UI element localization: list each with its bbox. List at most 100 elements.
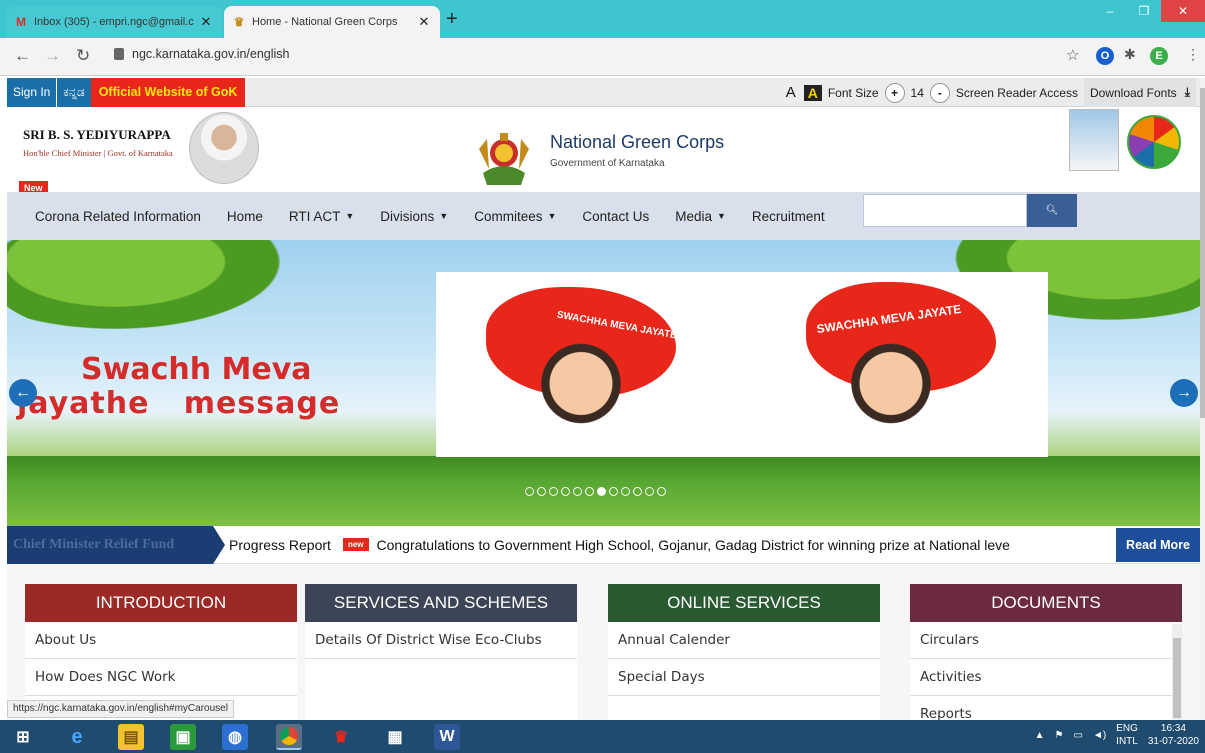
sign-in-link[interactable]: Sign In bbox=[7, 77, 57, 107]
site-header: SRI B. S. YEDIYURAPPA Hon'ble Chief Mini… bbox=[7, 107, 1200, 195]
nav-divisions[interactable]: Divisions ▼ bbox=[367, 209, 461, 224]
official-website-link[interactable]: Official Website of GoK bbox=[90, 77, 246, 107]
carousel-indicators bbox=[525, 487, 666, 496]
link-circulars[interactable]: Circulars bbox=[910, 622, 1182, 659]
link-how-ngc-works[interactable]: How Does NGC Work bbox=[25, 659, 297, 696]
page-scrollbar[interactable] bbox=[1200, 78, 1205, 720]
caret-down-icon: ▼ bbox=[345, 211, 355, 221]
nav-home[interactable]: Home bbox=[214, 209, 276, 224]
tray-up-arrow-icon[interactable]: ▲ bbox=[1035, 730, 1045, 741]
carousel-dot[interactable] bbox=[525, 487, 534, 496]
carousel-dot-active[interactable] bbox=[597, 487, 606, 496]
network-icon[interactable]: ▭ bbox=[1073, 730, 1082, 741]
close-tab-icon[interactable]: ✕ bbox=[416, 14, 432, 30]
clock[interactable]: 16:34 31-07-2020 bbox=[1148, 722, 1199, 748]
carousel-dot[interactable] bbox=[633, 487, 642, 496]
link-about-us[interactable]: About Us bbox=[25, 622, 297, 659]
nav-media[interactable]: Media ▼ bbox=[662, 209, 739, 224]
chrome-icon[interactable] bbox=[276, 724, 302, 750]
cm-name: SRI B. S. YEDIYURAPPA bbox=[23, 127, 171, 142]
ticker-item-progress-report[interactable]: Progress Report bbox=[229, 537, 331, 553]
carousel-dot[interactable] bbox=[609, 487, 618, 496]
carousel-dot[interactable] bbox=[537, 487, 546, 496]
nav-commitees[interactable]: Commitees ▼ bbox=[461, 209, 569, 224]
flag-icon[interactable]: ⚑ bbox=[1055, 730, 1064, 741]
profile-avatar[interactable]: E bbox=[1150, 47, 1168, 65]
nav-recruitment[interactable]: Recruitment bbox=[739, 209, 838, 224]
nav-label: Media bbox=[675, 208, 712, 224]
app-icon[interactable]: ◍ bbox=[222, 724, 248, 750]
link-annual-calender[interactable]: Annual Calender bbox=[608, 622, 880, 659]
carousel-dot[interactable] bbox=[561, 487, 570, 496]
word-icon[interactable]: W bbox=[434, 724, 460, 750]
menu-kebab-icon[interactable]: ⋮ bbox=[1186, 46, 1200, 63]
document-app-icon[interactable]: ▦ bbox=[382, 724, 408, 750]
url-field[interactable]: ngc.karnataka.gov.in/english bbox=[114, 47, 290, 61]
nav-rti-act[interactable]: RTI ACT ▼ bbox=[276, 209, 367, 224]
forward-icon[interactable]: → bbox=[44, 46, 61, 66]
scrollbar-thumb[interactable] bbox=[1173, 638, 1181, 718]
nav-contact-us[interactable]: Contact Us bbox=[569, 209, 662, 224]
nav-corona-info[interactable]: Corona Related Information bbox=[7, 209, 214, 224]
kannada-link[interactable]: ಕನ್ನಡ bbox=[56, 77, 91, 107]
new-tab-button[interactable]: + bbox=[446, 8, 458, 31]
font-decrease-button[interactable]: - bbox=[929, 82, 950, 103]
lang-primary: ENG bbox=[1116, 723, 1138, 734]
carousel-dot[interactable] bbox=[621, 487, 630, 496]
carousel-next-button[interactable]: → bbox=[1170, 379, 1198, 407]
nav-label: RTI ACT bbox=[288, 208, 341, 224]
screen-reader-link[interactable]: Screen Reader Access bbox=[956, 86, 1078, 100]
slide-image-panel: SWACHHA MEVA JAYATE SWACHHA MEVA JAYATE bbox=[436, 272, 1048, 457]
back-icon[interactable]: ← bbox=[14, 46, 31, 66]
emblem-app-icon[interactable]: ♛ bbox=[328, 724, 354, 750]
carousel-dot[interactable] bbox=[657, 487, 666, 496]
carousel-dot[interactable] bbox=[645, 487, 654, 496]
nav-label: Recruitment bbox=[751, 208, 825, 224]
extension-opera-icon[interactable]: O bbox=[1096, 47, 1114, 65]
windows-start-icon[interactable]: ⊞ bbox=[10, 724, 36, 750]
font-increase-button[interactable]: + bbox=[884, 82, 905, 103]
carousel-dot[interactable] bbox=[585, 487, 594, 496]
tab-ngc-home[interactable]: ♛ Home - National Green Corps ✕ bbox=[224, 6, 440, 38]
scrollbar-thumb[interactable] bbox=[1200, 88, 1205, 418]
windows-taskbar: ⊞ e ▤ ▣ ◍ ♛ ▦ W ▲ ⚑ ▭ ◄) ENG INTL 16:34 … bbox=[0, 720, 1205, 753]
new-tag: new bbox=[342, 538, 369, 551]
boy-mascot-image bbox=[526, 334, 636, 444]
nav-label: Corona Related Information bbox=[35, 208, 201, 224]
bookmark-star-icon[interactable]: ☆ bbox=[1066, 46, 1079, 64]
internet-explorer-icon[interactable]: e bbox=[64, 724, 90, 750]
ticker-item-congratulations[interactable]: Congratulations to Government High Schoo… bbox=[377, 537, 1010, 553]
language-indicator[interactable]: ENG INTL bbox=[1116, 722, 1138, 748]
lock-icon bbox=[114, 48, 124, 60]
link-special-days[interactable]: Special Days bbox=[608, 659, 880, 696]
minimize-icon[interactable]: – bbox=[1093, 0, 1127, 22]
link-activities[interactable]: Activities bbox=[910, 659, 1182, 696]
site-title[interactable]: National Green Corps bbox=[550, 132, 724, 153]
search-button[interactable]: 🔍︎ bbox=[1027, 194, 1077, 227]
carousel-dot[interactable] bbox=[573, 487, 582, 496]
file-explorer-icon[interactable]: ▤ bbox=[118, 724, 144, 750]
link-district-eco-clubs[interactable]: Details Of District Wise Eco-Clubs bbox=[305, 622, 577, 659]
volume-icon[interactable]: ◄) bbox=[1093, 730, 1106, 741]
panel-scrollbar[interactable] bbox=[1172, 624, 1182, 724]
system-tray: ▲ ⚑ ▭ ◄) ENG INTL 16:34 31-07-2020 bbox=[1035, 722, 1199, 748]
maximize-icon[interactable]: ❐ bbox=[1127, 0, 1161, 22]
download-icon: ⤓ bbox=[1184, 85, 1190, 99]
reload-icon[interactable]: ↻ bbox=[76, 46, 90, 66]
normal-contrast-button[interactable]: A bbox=[784, 84, 798, 101]
nav-label: Divisions bbox=[380, 208, 435, 224]
extensions-puzzle-icon[interactable]: ✱ bbox=[1124, 46, 1136, 63]
ticker-label[interactable]: Chief Minister Relief Fund bbox=[7, 525, 225, 564]
tab-gmail[interactable]: M Inbox (305) - empri.ngc@gmail.c ✕ bbox=[6, 6, 222, 38]
status-bar-url: https://ngc.karnataka.gov.in/english#myC… bbox=[7, 700, 234, 718]
close-window-icon[interactable]: ✕ bbox=[1161, 0, 1205, 22]
site-subtitle: Government of Karnataka bbox=[550, 158, 665, 169]
store-icon[interactable]: ▣ bbox=[170, 724, 196, 750]
read-more-button[interactable]: Read More bbox=[1116, 528, 1200, 562]
carousel-prev-button[interactable]: ← bbox=[9, 379, 37, 407]
carousel-dot[interactable] bbox=[549, 487, 558, 496]
high-contrast-button[interactable]: A bbox=[803, 84, 822, 101]
site-search-input[interactable] bbox=[863, 194, 1027, 227]
close-tab-icon[interactable]: ✕ bbox=[198, 14, 214, 30]
download-fonts-link[interactable]: Download Fonts ⤓ bbox=[1083, 78, 1196, 107]
